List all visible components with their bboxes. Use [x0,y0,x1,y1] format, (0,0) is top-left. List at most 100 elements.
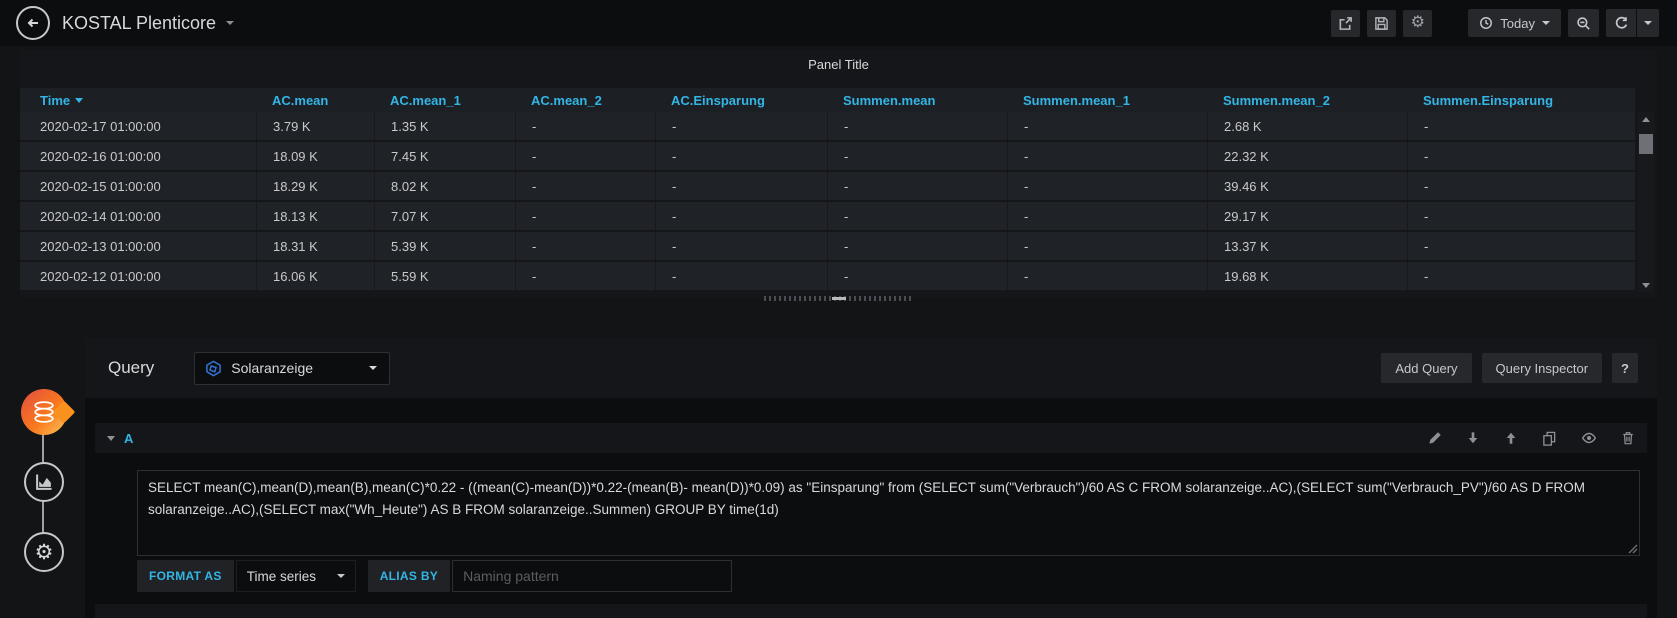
help-button[interactable]: ? [1612,353,1638,383]
table-header-row: Time AC.mean AC.mean_1 AC.mean_2 AC.Eins… [20,88,1635,112]
table-cell: 3.79 K [256,112,374,140]
table-cell: 19.68 K [1207,262,1407,290]
refresh-interval-dropdown[interactable] [1637,9,1659,37]
chevron-down-icon [1644,21,1652,25]
format-as-select[interactable]: Time series [236,560,356,592]
cell-time: 2020-02-15 01:00:00 [20,172,256,200]
table-cell: - [655,262,827,290]
table-panel: Panel Title Time AC.mean AC.mean_1 AC.me… [20,50,1657,298]
sql-query-input[interactable]: SELECT mean(C),mean(D),mean(B),mean(C)*0… [137,470,1640,556]
time-range-picker[interactable]: Today [1468,9,1561,37]
resize-grip-icon[interactable] [1628,544,1638,554]
cell-time: 2020-02-12 01:00:00 [20,262,256,290]
panel-resize-handle[interactable] [764,296,914,301]
column-header[interactable]: Summen.mean_1 [1007,88,1207,112]
cell-time: 2020-02-14 01:00:00 [20,202,256,230]
tab-queries[interactable] [21,389,67,435]
table-cell: - [1407,202,1635,230]
table-cell: 5.59 K [374,262,515,290]
query-inspector-button[interactable]: Query Inspector [1482,353,1603,383]
scroll-down-button[interactable] [1638,278,1654,292]
grafana-dashboard: KOSTAL Plenticore ⚙ Today [0,0,1677,618]
chevron-down-icon [1542,21,1550,25]
save-button[interactable] [1367,10,1396,37]
query-row-header: A [95,423,1647,453]
format-as-label: FORMAT AS [137,560,234,592]
chevron-down-icon [369,366,377,370]
table-cell: - [827,232,1007,260]
zoom-out-icon [1576,16,1591,31]
alias-by-input[interactable] [452,560,732,592]
clock-icon [1479,16,1493,30]
column-header-time[interactable]: Time [20,88,256,112]
table-cell: 16.06 K [256,262,374,290]
triangle-down-icon [1642,283,1650,288]
column-header[interactable]: AC.mean_2 [515,88,655,112]
navbar: KOSTAL Plenticore ⚙ Today [0,0,1677,46]
table-row: 2020-02-13 01:00:00 18.31 K 5.39 K - - -… [20,232,1635,262]
table-cell: - [655,202,827,230]
edit-query-button[interactable] [1428,431,1442,445]
table-cell: - [655,142,827,170]
chart-icon [33,471,55,493]
cell-time: 2020-02-13 01:00:00 [20,232,256,260]
duplicate-query-button[interactable] [1542,431,1557,446]
back-button[interactable] [16,6,50,40]
table-scrollbar [1638,112,1654,292]
sql-editor-wrapper: SELECT mean(C),mean(D),mean(B),mean(C)*0… [137,470,1640,556]
table-cell: - [515,202,655,230]
table-cell: - [655,112,827,140]
column-header[interactable]: Summen.mean_2 [1207,88,1407,112]
chevron-down-icon [226,21,234,25]
table-cell: - [655,172,827,200]
dashboard-settings-button[interactable]: ⚙ [1403,10,1432,37]
share-button[interactable] [1331,10,1360,37]
table-cell: - [515,142,655,170]
table-cell: - [1407,172,1635,200]
influxdb-icon [205,360,222,377]
refresh-group [1606,9,1659,37]
column-header[interactable]: AC.mean_1 [374,88,515,112]
query-header-buttons: Add Query Query Inspector ? [1381,353,1638,383]
column-header[interactable]: Summen.mean [827,88,1007,112]
table-cell: 18.09 K [256,142,374,170]
tab-general-settings[interactable]: ⚙ [24,532,64,572]
table-cell: - [1007,262,1207,290]
query-row-actions [1428,430,1635,446]
table-cell: 29.17 K [1207,202,1407,230]
delete-query-button[interactable] [1621,431,1635,445]
zoom-out-button[interactable] [1568,9,1599,37]
move-query-down-button[interactable] [1466,431,1480,445]
tab-visualization[interactable] [24,462,64,502]
column-header[interactable]: AC.Einsparung [655,88,827,112]
add-query-button[interactable]: Add Query [1381,353,1471,383]
cell-time: 2020-02-17 01:00:00 [20,112,256,140]
datasource-picker[interactable]: Solaranzeige [194,352,390,385]
table-cell: - [655,232,827,260]
scroll-up-button[interactable] [1638,112,1654,126]
panel-title[interactable]: Panel Title [20,50,1657,72]
next-section-edge [95,604,1647,618]
table-cell: 22.32 K [1207,142,1407,170]
sort-descending-icon [75,98,83,103]
column-header[interactable]: AC.mean [256,88,374,112]
query-editor-area: A SELECT mean(C),mean(D),mean(B),mean(C)… [85,398,1657,618]
refresh-icon [1614,16,1629,31]
table-cell: - [1007,202,1207,230]
collapse-query-icon[interactable] [107,436,115,441]
format-as-value: Time series [247,569,316,584]
dashboard-title[interactable]: KOSTAL Plenticore [62,13,234,34]
scrollbar-thumb[interactable] [1639,134,1653,154]
column-header[interactable]: Summen.Einsparung [1407,88,1635,112]
move-query-up-button[interactable] [1504,431,1518,445]
refresh-button[interactable] [1606,9,1636,37]
navbar-actions: ⚙ Today [1324,9,1659,37]
database-icon [30,398,58,426]
triangle-up-icon [1642,117,1650,122]
toggle-query-visibility-button[interactable] [1581,430,1597,446]
back-arrow-icon [25,15,41,31]
table-cell: - [515,232,655,260]
query-options-row: FORMAT AS Time series ALIAS BY [137,560,732,592]
data-table: Time AC.mean AC.mean_1 AC.mean_2 AC.Eins… [20,88,1635,292]
table-cell: - [515,172,655,200]
